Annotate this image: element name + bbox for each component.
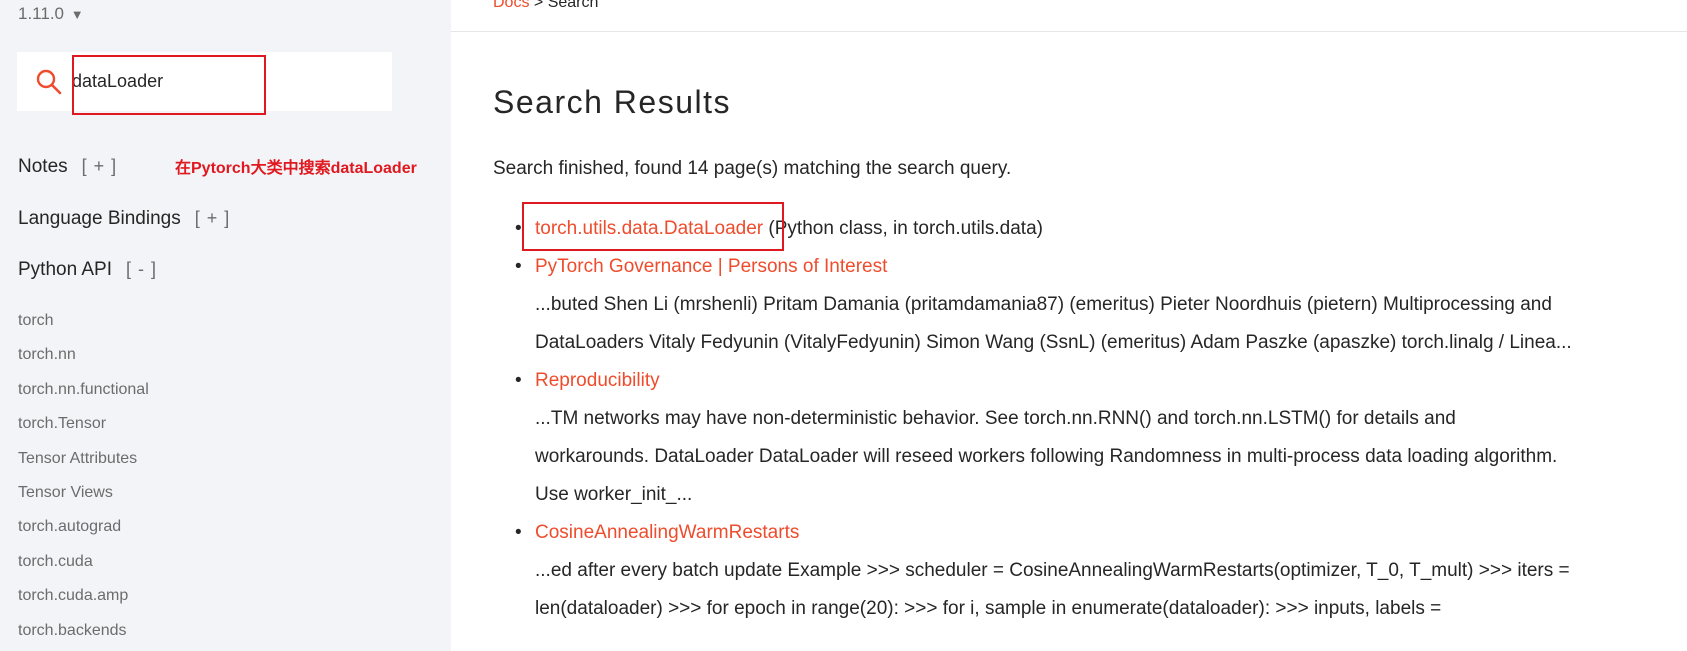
- breadcrumb-current: Search: [547, 0, 599, 11]
- result-link[interactable]: PyTorch Governance | Persons of Interest: [535, 256, 887, 277]
- section-notes[interactable]: Notes [ + ]: [18, 156, 117, 178]
- sidebar-item-torch-nn-functional[interactable]: torch.nn.functional: [18, 381, 149, 415]
- annotation-note: 在Pytorch大类中搜索dataLoader: [175, 160, 417, 177]
- sidebar-item-torch-nn[interactable]: torch.nn: [18, 346, 149, 380]
- result-snippet: ...buted Shen Li (mrshenli) Pritam Daman…: [535, 294, 1572, 353]
- breadcrumb-separator: >: [533, 0, 544, 11]
- highlight-box: [522, 202, 784, 251]
- sidebar-item-torch[interactable]: torch: [18, 312, 149, 346]
- version-selector[interactable]: 1.11.0 ▼: [18, 4, 84, 24]
- version-label: 1.11.0: [18, 4, 65, 23]
- bullet: •: [515, 256, 522, 277]
- search-icon[interactable]: [35, 68, 63, 96]
- sidebar-item-tensor-attributes[interactable]: Tensor Attributes: [18, 450, 149, 484]
- sidebar-item-torch-tensor[interactable]: torch.Tensor: [18, 415, 149, 449]
- breadcrumb-docs-link[interactable]: Docs: [493, 0, 529, 11]
- section-python-api[interactable]: Python API [ - ]: [18, 259, 157, 281]
- docs-page: 1.11.0 ▼ 在Pytorch大类中搜索dataLoader Notes [ …: [0, 0, 1687, 651]
- sidebar-item-torch-cuda-amp[interactable]: torch.cuda.amp: [18, 587, 149, 621]
- search-summary: Search finished, found 14 page(s) matchi…: [493, 158, 1012, 179]
- sidebar-item-torch-cuda[interactable]: torch.cuda: [18, 553, 149, 587]
- collapse-toggle[interactable]: [ - ]: [126, 259, 157, 279]
- highlight-box: [72, 55, 266, 115]
- section-label: Notes: [18, 156, 68, 177]
- search-result: • PyTorch Governance | Persons of Intere…: [493, 248, 1573, 362]
- search-result: • Reproducibility ...TM networks may hav…: [493, 362, 1573, 514]
- result-link[interactable]: Reproducibility: [535, 370, 660, 391]
- section-language-bindings[interactable]: Language Bindings [ + ]: [18, 208, 230, 230]
- result-link[interactable]: CosineAnnealingWarmRestarts: [535, 522, 799, 543]
- bullet: •: [515, 370, 522, 391]
- section-label: Python API: [18, 259, 113, 280]
- search-result: • CosineAnnealingWarmRestarts ...ed afte…: [493, 514, 1573, 628]
- result-snippet: ...ed after every batch update Example >…: [535, 560, 1570, 619]
- search-results-list: • torch.utils.data.DataLoader (Python cl…: [493, 210, 1573, 628]
- caret-down-icon: ▼: [70, 7, 84, 22]
- breadcrumb: Docs > Search: [493, 0, 598, 12]
- main-content: Docs > Search Search Results Search fini…: [451, 0, 1687, 651]
- sidebar-item-torch-backends[interactable]: torch.backends: [18, 622, 149, 651]
- python-api-nav: torch torch.nn torch.nn.functional torch…: [18, 312, 149, 651]
- result-suffix: (Python class, in torch.utils.data): [768, 218, 1043, 239]
- bullet: •: [515, 522, 522, 543]
- section-label: Language Bindings: [18, 208, 181, 229]
- page-title: Search Results: [493, 84, 731, 120]
- bullet: •: [515, 218, 522, 239]
- result-snippet: ...TM networks may have non-deterministi…: [535, 408, 1558, 505]
- sidebar-item-tensor-views[interactable]: Tensor Views: [18, 484, 149, 518]
- expand-toggle[interactable]: [ + ]: [195, 208, 231, 228]
- divider: [451, 31, 1687, 32]
- expand-toggle[interactable]: [ + ]: [82, 156, 118, 176]
- sidebar-item-torch-autograd[interactable]: torch.autograd: [18, 518, 149, 552]
